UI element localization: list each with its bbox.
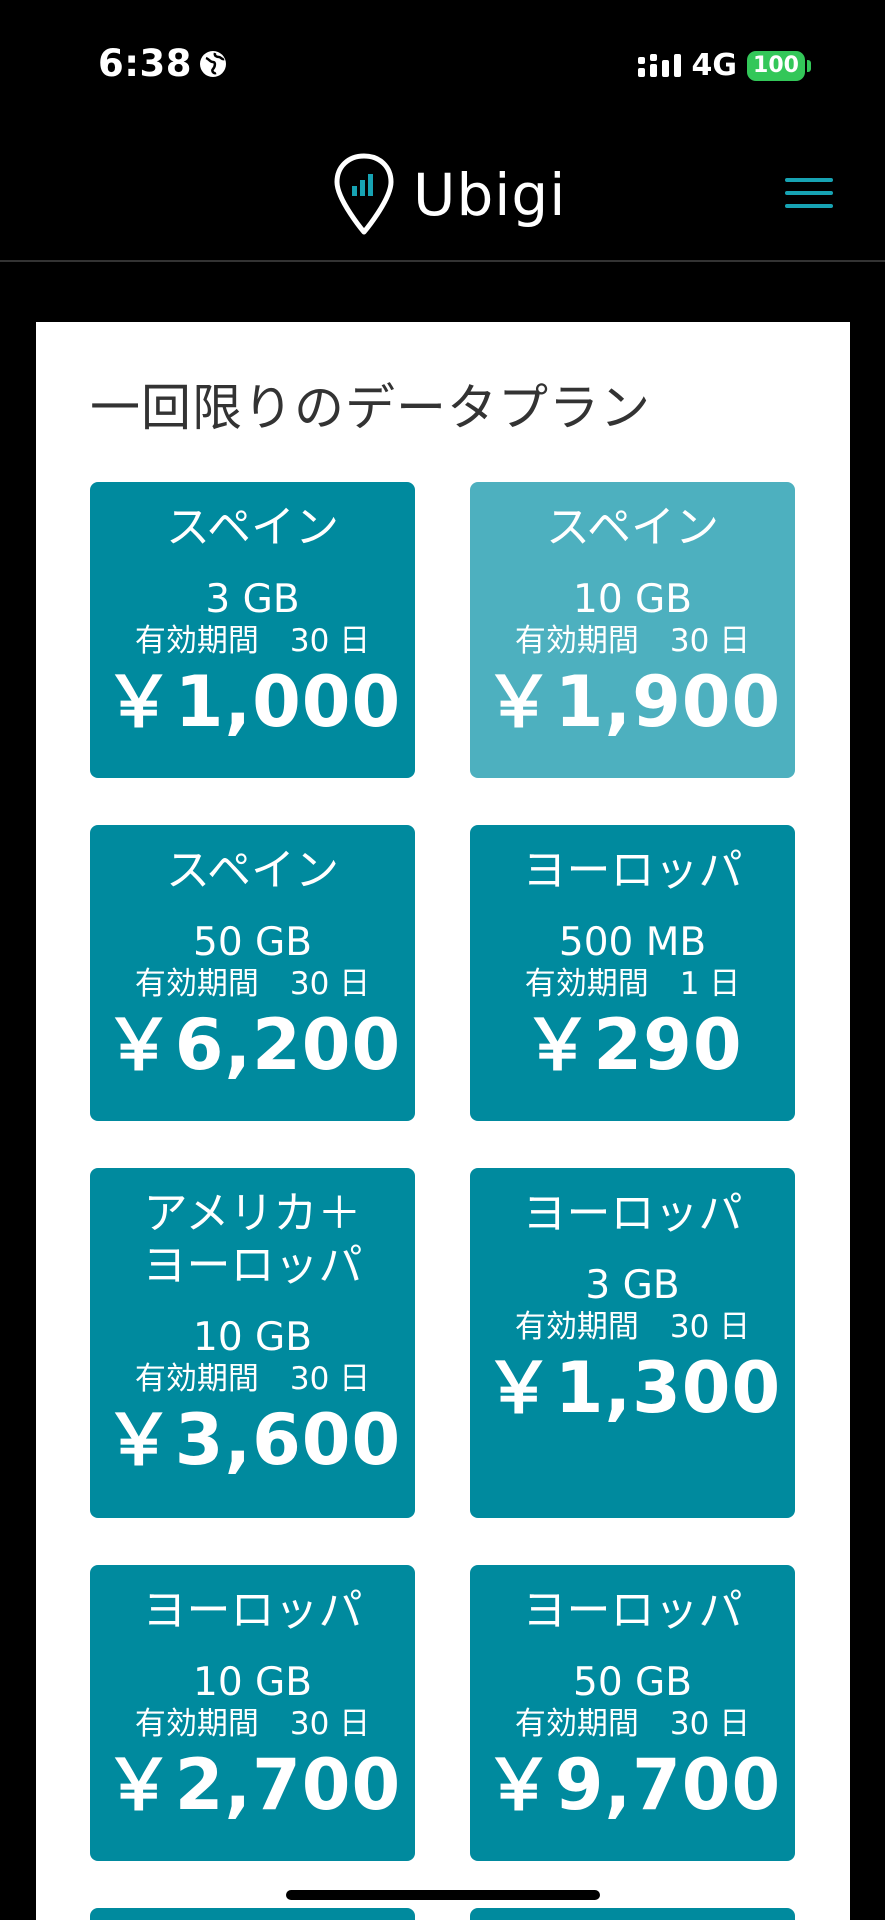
plan-data-amount: 3 GB [585, 1263, 680, 1308]
plan-tile[interactable]: ヨーロッパ 3 GB 有効期間 30 日 ￥1,300 [470, 1168, 795, 1518]
status-indicators: 4G 100 [637, 48, 811, 83]
plan-data-amount: 50 GB [193, 920, 312, 965]
plan-region: スペイン [166, 845, 339, 896]
plan-region: ヨーロッパ [142, 1585, 363, 1636]
home-indicator[interactable] [286, 1890, 600, 1900]
plan-tile[interactable]: スペイン 3 GB 有効期間 30 日 ￥1,000 [90, 482, 415, 778]
battery-icon: 100 [747, 50, 805, 81]
clock: 6:38 [98, 42, 193, 85]
plan-data-amount: 3 GB [205, 577, 300, 622]
plan-tile[interactable]: ヨーロッパ 500 MB 有効期間 1 日 ￥290 [470, 825, 795, 1121]
cellular-signal-icon [637, 53, 681, 77]
plans-card: 一回限りのデータプラン スペイン 3 GB 有効期間 30 日 ￥1,000 ス… [36, 322, 850, 1920]
plan-data-amount: 10 GB [573, 577, 692, 622]
plan-tile[interactable]: スペイン 50 GB 有効期間 30 日 ￥6,200 [90, 825, 415, 1121]
hamburger-menu-icon[interactable] [785, 178, 833, 210]
plan-region: スペイン [166, 502, 339, 553]
brand-name: Ubigi [413, 161, 567, 229]
plan-price: ￥2,700 [103, 1744, 402, 1826]
brand-logo[interactable]: Ubigi [333, 152, 566, 238]
plan-region: ヨーロッパ [522, 1585, 743, 1636]
plan-price: ￥290 [522, 1004, 743, 1086]
plan-data-amount: 500 MB [558, 920, 707, 965]
plan-price: ￥6,200 [103, 1004, 402, 1086]
plan-validity: 有効期間 30 日 [514, 1706, 751, 1742]
plan-price: ￥9,700 [483, 1744, 782, 1826]
plan-price: ￥1,000 [103, 661, 402, 743]
plan-price: ￥1,300 [483, 1347, 782, 1429]
plan-validity: 有効期間 30 日 [134, 1706, 371, 1742]
plan-tile-partial[interactable] [470, 1908, 795, 1920]
plan-tile[interactable]: ヨーロッパ 50 GB 有効期間 30 日 ￥9,700 [470, 1565, 795, 1861]
plan-validity: 有効期間 30 日 [134, 966, 371, 1002]
battery-level: 100 [753, 53, 799, 78]
app-header: Ubigi [0, 130, 885, 262]
plan-validity: 有効期間 30 日 [514, 623, 751, 659]
status-time: 6:38 [98, 42, 228, 85]
plan-price: ￥3,600 [103, 1399, 402, 1481]
plan-data-amount: 10 GB [193, 1660, 312, 1705]
plan-tile-selected[interactable]: スペイン 10 GB 有効期間 30 日 ￥1,900 [470, 482, 795, 778]
plan-data-amount: 50 GB [573, 1660, 692, 1705]
plan-data-amount: 10 GB [193, 1315, 312, 1360]
plan-validity: 有効期間 30 日 [514, 1309, 751, 1345]
status-bar: 6:38 4G 100 [0, 0, 885, 130]
location-pin-icon [334, 153, 394, 235]
plan-validity: 有効期間 30 日 [134, 1361, 371, 1397]
plan-validity: 有効期間 1 日 [524, 966, 741, 1002]
battery-tip [807, 59, 811, 72]
plan-region: スペイン [546, 502, 719, 553]
plan-tile[interactable]: ヨーロッパ 10 GB 有効期間 30 日 ￥2,700 [90, 1565, 415, 1861]
plan-price: ￥1,900 [483, 661, 782, 743]
globe-icon [200, 50, 227, 77]
plan-tile-partial[interactable] [90, 1908, 415, 1920]
plan-region: アメリカ＋ ヨーロッパ [142, 1188, 363, 1291]
plan-tile[interactable]: アメリカ＋ ヨーロッパ 10 GB 有効期間 30 日 ￥3,600 [90, 1168, 415, 1518]
plan-region: ヨーロッパ [522, 1188, 743, 1239]
network-type: 4G [691, 48, 738, 83]
plan-region: ヨーロッパ [522, 845, 743, 896]
section-title: 一回限りのデータプラン [90, 379, 651, 437]
plan-validity: 有効期間 30 日 [134, 623, 371, 659]
